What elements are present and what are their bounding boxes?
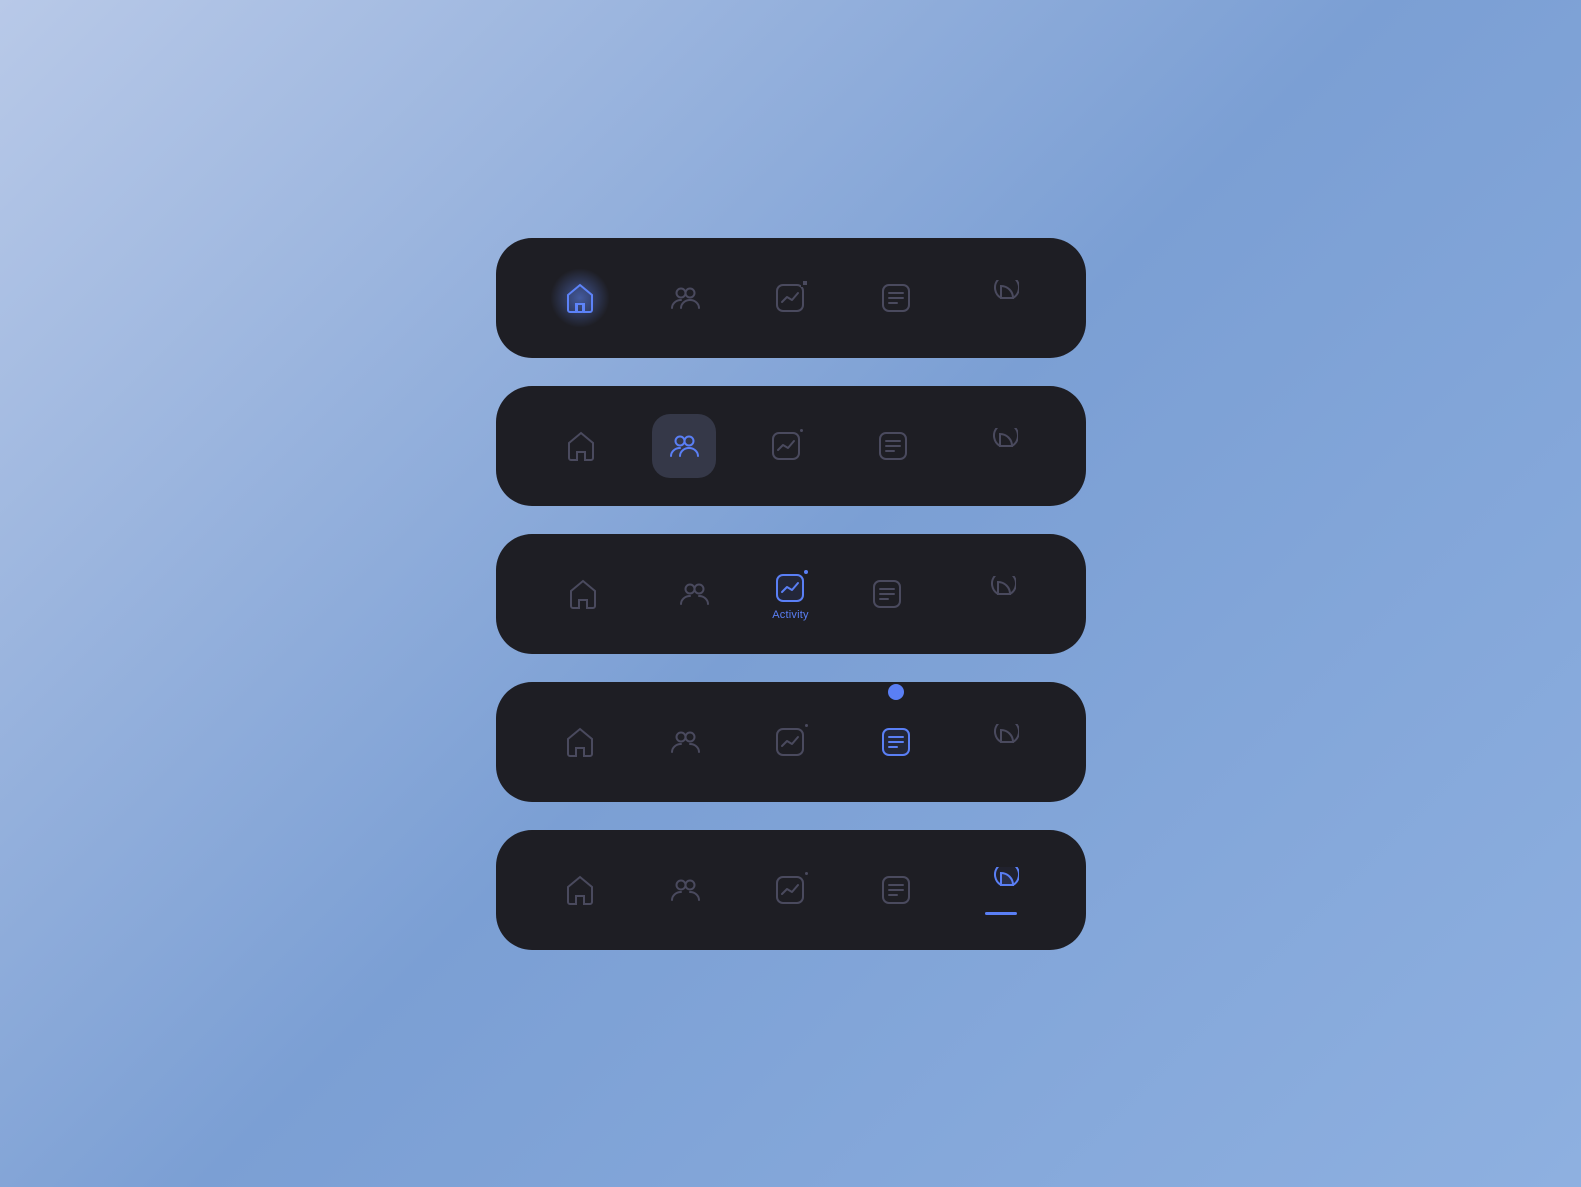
list-icon-active: [875, 721, 917, 763]
nav-item-people[interactable]: [658, 558, 730, 630]
notif-dot: [803, 722, 810, 729]
nav-item-notes[interactable]: [860, 854, 932, 926]
nav-item-stats[interactable]: [965, 262, 1037, 334]
nav-item-home[interactable]: [547, 558, 619, 630]
nav-item-notes-active[interactable]: [860, 706, 932, 778]
notif-dot: [803, 870, 810, 877]
people-icon: [664, 277, 706, 319]
nav-item-people[interactable]: [649, 262, 721, 334]
nav-item-people-active[interactable]: [652, 414, 716, 478]
nav-item-activity-active[interactable]: Activity: [769, 567, 811, 621]
home-icon: [559, 721, 601, 763]
nav-item-stats[interactable]: [962, 558, 1034, 630]
nav-item-home[interactable]: [544, 854, 616, 926]
nav-item-activity[interactable]: [754, 706, 826, 778]
chart-icon-active: [769, 567, 811, 609]
nav-item-activity[interactable]: [754, 262, 826, 334]
home-icon: [559, 869, 601, 911]
navbar-row5: [496, 830, 1086, 950]
navbar-row4: [496, 682, 1086, 802]
nav-item-notes[interactable]: [857, 410, 929, 482]
nav-item-notes[interactable]: [851, 558, 923, 630]
chart-icon: [765, 425, 807, 467]
nav-item-home[interactable]: [545, 410, 617, 482]
navbars-container: Activity: [496, 238, 1086, 950]
bubble-dot: [888, 684, 904, 700]
pie-icon: [980, 277, 1022, 319]
notif-dot-gray: [801, 279, 809, 287]
notif-dot-blue: [802, 568, 810, 576]
list-icon: [866, 573, 908, 615]
pie-icon: [980, 721, 1022, 763]
nav-item-activity[interactable]: [754, 854, 826, 926]
nav-item-people[interactable]: [649, 706, 721, 778]
list-icon: [872, 425, 914, 467]
nav-item-home[interactable]: [544, 706, 616, 778]
nav-item-activity[interactable]: [750, 410, 822, 482]
people-icon: [664, 869, 706, 911]
list-icon: [875, 277, 917, 319]
nav-item-notes[interactable]: [860, 262, 932, 334]
chart-icon: [769, 869, 811, 911]
navbar-row1: [496, 238, 1086, 358]
activity-label: Activity: [772, 609, 808, 621]
pie-icon: [979, 425, 1021, 467]
pie-icon-active: [980, 864, 1022, 906]
home-icon: [562, 573, 604, 615]
people-icon-active: [663, 425, 705, 467]
list-icon: [875, 869, 917, 911]
chart-icon: [769, 277, 811, 319]
nav-item-home[interactable]: [544, 262, 616, 334]
home-icon: [559, 277, 601, 319]
people-icon: [673, 573, 715, 615]
nav-item-stats[interactable]: [965, 706, 1037, 778]
pie-icon: [977, 573, 1019, 615]
chart-icon: [769, 721, 811, 763]
nav-item-stats[interactable]: [964, 410, 1036, 482]
underline-indicator: [985, 912, 1017, 915]
people-icon: [664, 721, 706, 763]
nav-item-people[interactable]: [649, 854, 721, 926]
navbar-row2: [496, 386, 1086, 506]
navbar-row3: Activity: [496, 534, 1086, 654]
home-icon: [560, 425, 602, 467]
nav-item-stats-active[interactable]: [965, 854, 1037, 926]
